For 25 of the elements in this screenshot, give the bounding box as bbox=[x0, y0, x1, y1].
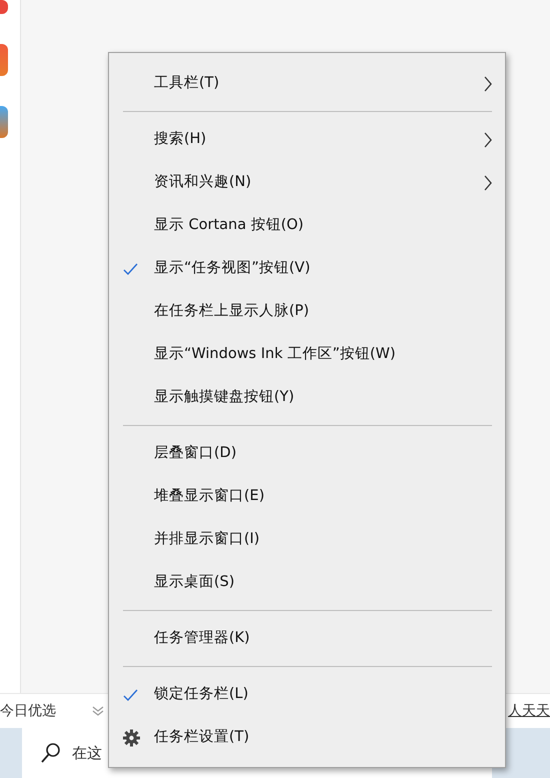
menu-item[interactable]: 搜索(H) bbox=[109, 118, 505, 161]
feed-link[interactable]: 人天天 bbox=[508, 700, 550, 722]
menu-item[interactable]: 显示桌面(S) bbox=[109, 561, 505, 604]
menu-item[interactable]: 层叠窗口(D) bbox=[109, 432, 505, 475]
chevron-right-icon bbox=[484, 132, 493, 148]
menu-item[interactable]: 任务栏设置(T) bbox=[109, 716, 505, 759]
feed-label: 今日优选 bbox=[0, 702, 56, 720]
menu-item[interactable]: 堆叠显示窗口(E) bbox=[109, 475, 505, 518]
menu-item[interactable]: 显示触摸键盘按钮(Y) bbox=[109, 376, 505, 419]
double-chevron-icon[interactable] bbox=[92, 705, 104, 717]
menu-item[interactable]: 并排显示窗口(I) bbox=[109, 518, 505, 561]
app-icon[interactable] bbox=[0, 0, 8, 14]
menu-item[interactable]: 显示“Windows Ink 工作区”按钮(W) bbox=[109, 333, 505, 376]
chevron-right-icon bbox=[484, 174, 493, 190]
menu-item[interactable]: 锁定任务栏(L) bbox=[109, 673, 505, 716]
menu-item[interactable]: 在任务栏上显示人脉(P) bbox=[109, 290, 505, 333]
menu-item[interactable]: 资讯和兴趣(N) bbox=[109, 161, 505, 204]
app-icon[interactable] bbox=[0, 106, 8, 138]
menu-item[interactable]: 任务管理器(K) bbox=[109, 617, 505, 660]
app-icon[interactable] bbox=[0, 44, 8, 76]
menu-item[interactable]: 显示“任务视图”按钮(V) bbox=[109, 247, 505, 290]
chevron-right-icon bbox=[484, 76, 493, 92]
menu-item[interactable]: 工具栏(T) bbox=[109, 62, 505, 105]
menu-item[interactable]: 显示 Cortana 按钮(O) bbox=[109, 204, 505, 247]
gear-icon bbox=[123, 729, 140, 746]
